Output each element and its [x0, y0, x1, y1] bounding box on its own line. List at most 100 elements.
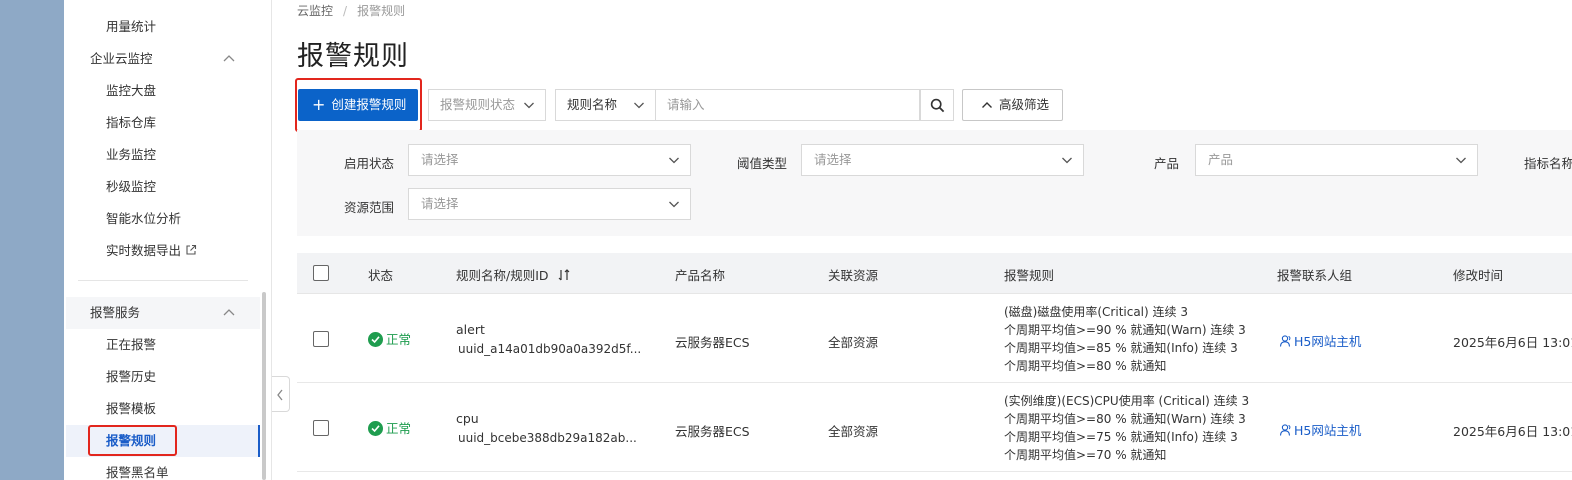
sidebar-item-metric-repo[interactable]: 指标仓库: [106, 113, 156, 133]
page-title: 报警规则: [297, 41, 409, 72]
row-checkbox[interactable]: [313, 331, 329, 347]
rule-name-link[interactable]: cpu: [456, 411, 479, 426]
rule-line: (实例维度)(ECS)CPU使用率 (Critical) 连续 3: [1004, 394, 1250, 408]
enable-status-placeholder: 请选择: [421, 152, 459, 167]
sidebar-item-alert-history[interactable]: 报警历史: [106, 367, 156, 387]
rule-status-select[interactable]: 报警规则状态: [428, 89, 546, 121]
search-input[interactable]: 请输入: [655, 89, 920, 121]
status-text: 正常: [386, 332, 412, 347]
sidebar-scrollbar[interactable]: [262, 292, 266, 480]
rule-name-link[interactable]: alert: [456, 322, 485, 337]
breadcrumb: 云监控 / 报警规则: [297, 2, 405, 19]
search-button[interactable]: [920, 89, 954, 121]
status-text: 正常: [386, 421, 412, 436]
chevron-up-icon[interactable]: [222, 52, 236, 66]
sidebar-collapse-button[interactable]: [272, 376, 290, 412]
check-circle-icon: [368, 332, 383, 347]
rule-status-placeholder: 报警规则状态: [440, 97, 516, 112]
chevron-down-icon: [634, 102, 644, 109]
table-header: 状态 规则名称/规则ID 产品名称 关联资源 报警规则 报警联系人组 修改时间: [297, 253, 1572, 294]
background-strip: [0, 0, 64, 480]
check-circle-icon: [368, 421, 383, 436]
sidebar-item-alert-blacklist[interactable]: 报警黑名单: [106, 463, 169, 480]
sidebar-group-alert[interactable]: 报警服务: [90, 303, 140, 323]
chevron-down-icon: [1456, 157, 1466, 164]
sidebar-item-label: 实时数据导出: [106, 243, 182, 258]
advanced-filter-label: 高级筛选: [999, 97, 1050, 112]
product-placeholder: 产品: [1208, 152, 1234, 167]
table-row[interactable]: 正常 cpu uuid_bcebe388db29a182ab... 云服务器EC…: [297, 383, 1572, 472]
alert-rule-description: (实例维度)(ECS)CPU使用率 (Critical) 连续 3 个周期平均值…: [1004, 392, 1249, 464]
advanced-filter-panel: 启用状态 请选择 阈值类型 请选择 产品 产品 指标名称 资源范围 请选择: [297, 130, 1572, 236]
resource-scope-label: 资源范围: [344, 200, 395, 215]
contact-group-link[interactable]: H5网站主机: [1279, 420, 1361, 439]
search-field-select[interactable]: 规则名称: [555, 89, 656, 121]
contact-group-name: H5网站主机: [1294, 423, 1362, 438]
sort-icon[interactable]: [557, 268, 571, 282]
rule-line: 个周期平均值>=80 % 就通知(Warn) 连续 3: [1004, 412, 1246, 426]
sidebar-item-usage-stats[interactable]: 用量统计: [106, 17, 156, 37]
select-all-checkbox[interactable]: [313, 265, 329, 281]
product-name: 云服务器ECS: [675, 335, 750, 350]
breadcrumb-separator: /: [343, 4, 348, 18]
row-checkbox[interactable]: [313, 420, 329, 436]
rule-line: 个周期平均值>=80 % 就通知: [1004, 359, 1167, 373]
chevron-down-icon: [1062, 157, 1072, 164]
column-header-resource: 关联资源: [828, 268, 879, 283]
column-header-product: 产品名称: [675, 268, 726, 283]
highlight-box: [295, 78, 422, 132]
threshold-type-label: 阈值类型: [737, 156, 788, 171]
rule-line: 个周期平均值>=85 % 就通知(Info) 连续 3: [1004, 341, 1238, 355]
chevron-up-icon[interactable]: [222, 306, 236, 320]
chevron-up-icon: [982, 102, 992, 108]
external-link-icon: [186, 244, 197, 255]
product-select[interactable]: 产品: [1195, 144, 1478, 176]
column-header-rule-name[interactable]: 规则名称/规则ID: [456, 265, 571, 284]
resource-scope-placeholder: 请选择: [421, 196, 459, 211]
chevron-down-icon: [669, 157, 679, 164]
modified-time: 2025年6月6日 13:01:3: [1453, 335, 1572, 350]
breadcrumb-root[interactable]: 云监控: [297, 4, 333, 18]
product-label: 产品: [1154, 156, 1180, 171]
status-badge: 正常: [368, 329, 411, 348]
enable-status-label: 启用状态: [344, 156, 395, 171]
sidebar-divider: [78, 280, 248, 281]
product-name: 云服务器ECS: [675, 424, 750, 439]
enable-status-select[interactable]: 请选择: [408, 144, 691, 176]
sidebar-item-water-level[interactable]: 智能水位分析: [106, 209, 181, 229]
sidebar-item-business-monitor[interactable]: 业务监控: [106, 145, 156, 165]
user-group-icon: [1279, 335, 1291, 347]
breadcrumb-current: 报警规则: [357, 4, 406, 18]
rule-line: (磁盘)磁盘使用率(Critical) 连续 3: [1004, 305, 1188, 319]
rule-id: uuid_a14a01db90a0a392d5f...: [458, 342, 642, 356]
rule-line: 个周期平均值>=90 % 就通知(Warn) 连续 3: [1004, 323, 1246, 337]
search-icon: [930, 98, 945, 113]
sidebar-item-alert-template[interactable]: 报警模板: [106, 399, 156, 419]
chevron-down-icon: [669, 201, 679, 208]
sidebar-item-second-monitor[interactable]: 秒级监控: [106, 177, 156, 197]
sidebar-nav: 用量统计 企业云监控 监控大盘 指标仓库 业务监控 秒级监控 智能水位分析 实时…: [64, 0, 272, 480]
threshold-type-placeholder: 请选择: [814, 152, 852, 167]
advanced-filter-button[interactable]: 高级筛选: [962, 89, 1063, 121]
metric-name-label: 指标名称: [1524, 156, 1572, 171]
threshold-type-select[interactable]: 请选择: [801, 144, 1084, 176]
status-badge: 正常: [368, 418, 411, 437]
sidebar-group-enterprise[interactable]: 企业云监控: [90, 49, 153, 69]
contact-group-name: H5网站主机: [1294, 334, 1362, 349]
sidebar-item-alerting[interactable]: 正在报警: [106, 335, 156, 355]
rule-line: 个周期平均值>=70 % 就通知: [1004, 448, 1167, 462]
chevron-left-icon: [277, 389, 283, 401]
sidebar-item-cut: [106, 0, 166, 2]
sidebar-item-dashboard[interactable]: 监控大盘: [106, 81, 156, 101]
contact-group-link[interactable]: H5网站主机: [1279, 331, 1361, 350]
column-header-status: 状态: [368, 268, 394, 283]
associated-resource: 全部资源: [828, 424, 879, 439]
column-header-label: 规则名称/规则ID: [456, 268, 549, 283]
column-header-modified: 修改时间: [1453, 268, 1504, 283]
sidebar-item-realtime-export[interactable]: 实时数据导出: [106, 241, 197, 261]
associated-resource: 全部资源: [828, 335, 879, 350]
search-field-label: 规则名称: [567, 97, 618, 112]
rule-line: 个周期平均值>=75 % 就通知(Info) 连续 3: [1004, 430, 1238, 444]
resource-scope-select[interactable]: 请选择: [408, 188, 691, 220]
table-row[interactable]: 正常 alert uuid_a14a01db90a0a392d5f... 云服务…: [297, 294, 1572, 383]
